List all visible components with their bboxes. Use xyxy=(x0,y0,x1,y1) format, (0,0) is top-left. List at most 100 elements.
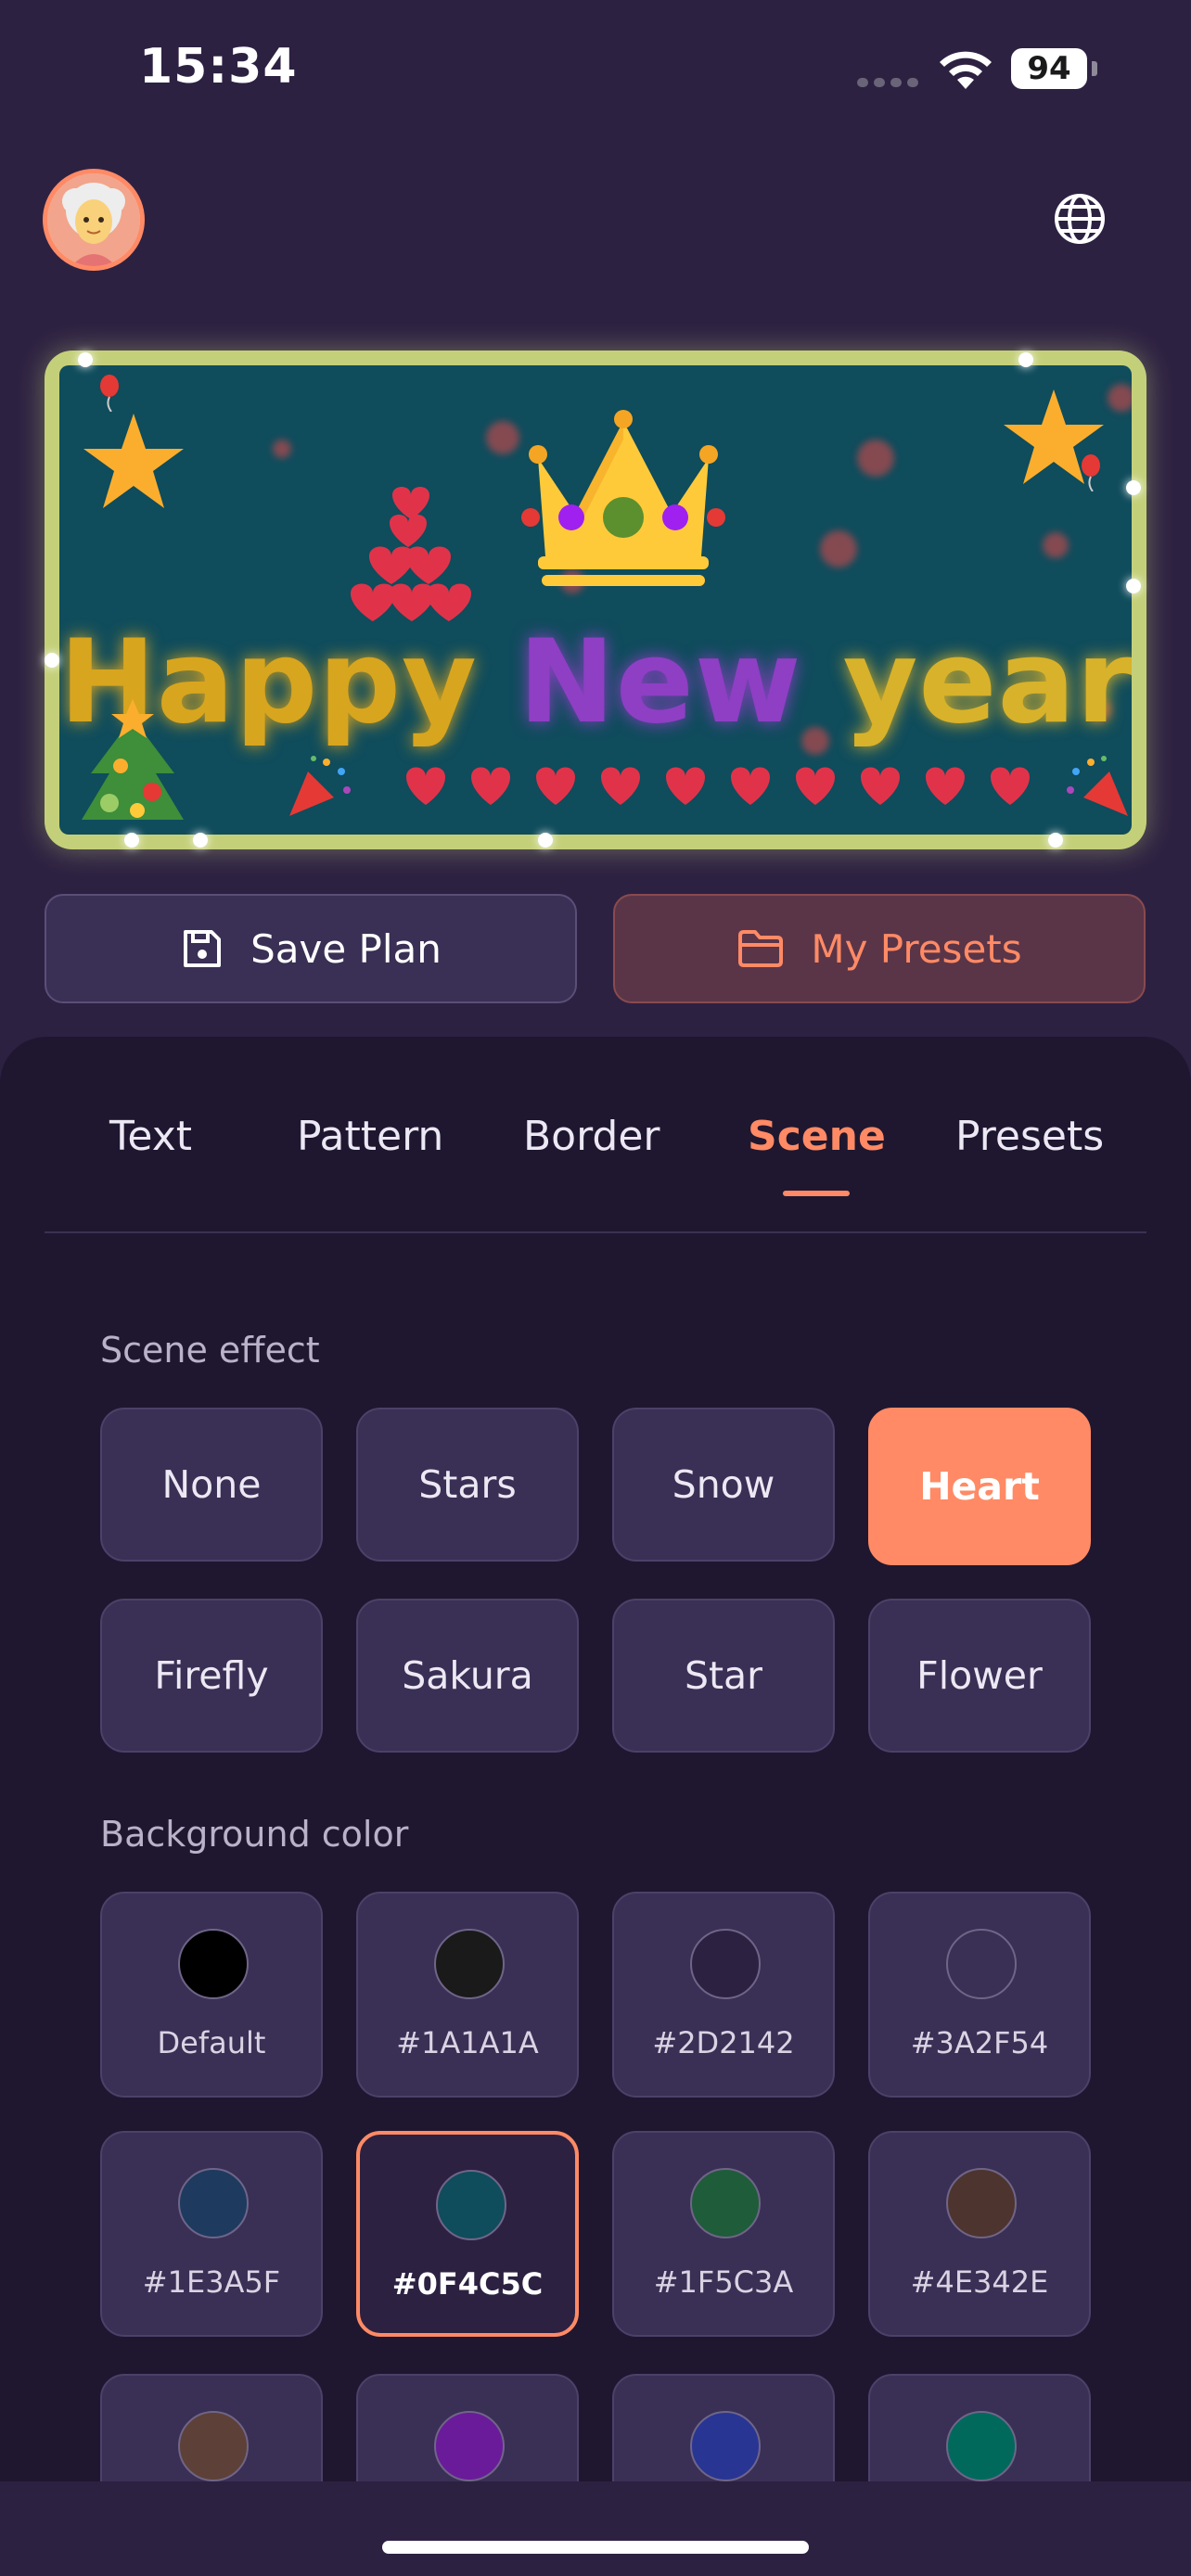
glow-dot xyxy=(1108,384,1132,412)
swatch-color-dot xyxy=(178,2168,249,2238)
tab-pattern[interactable]: Pattern xyxy=(297,1113,443,1160)
glow-dot xyxy=(486,421,519,454)
swatch-color-dot xyxy=(434,1929,505,1999)
heart-icon xyxy=(991,767,1030,805)
battery-icon: 94 xyxy=(1011,48,1087,89)
scene-option-none[interactable]: None xyxy=(100,1408,323,1562)
banner-word-3: year xyxy=(842,616,1132,749)
globe-icon[interactable] xyxy=(1052,191,1108,247)
background-swatch[interactable]: #1A1A1A xyxy=(356,1892,579,2098)
background-swatch[interactable]: #1E3A5F xyxy=(100,2131,323,2337)
balloon-icon xyxy=(1082,454,1100,491)
swatch-label: #1A1A1A xyxy=(396,2025,539,2060)
background-swatch[interactable]: Default xyxy=(100,1892,323,2098)
scene-option-snow[interactable]: Snow xyxy=(612,1408,835,1562)
avatar[interactable] xyxy=(43,169,145,271)
scene-option-star[interactable]: Star xyxy=(612,1599,835,1753)
swatch-label: #1E3A5F xyxy=(142,2264,281,2300)
save-icon xyxy=(184,930,222,967)
heart-icon xyxy=(406,767,445,805)
background-swatch[interactable]: #1F5C3A xyxy=(612,2131,835,2337)
scene-effect-label: Scene effect xyxy=(100,1330,320,1371)
active-tab-indicator xyxy=(783,1191,850,1196)
christmas-tree-icon xyxy=(82,699,184,820)
border-bulb xyxy=(1126,480,1141,495)
tab-border[interactable]: Border xyxy=(523,1113,660,1160)
crown-icon xyxy=(521,410,725,586)
border-bulb xyxy=(538,833,553,848)
party-popper-icon xyxy=(1067,756,1128,816)
border-bulb xyxy=(1126,579,1141,593)
star-icon xyxy=(83,414,184,508)
heart-icon xyxy=(536,767,575,805)
swatch-color-dot xyxy=(946,2411,1017,2481)
tab-bar: Text Pattern Border Scene Presets xyxy=(45,1092,1146,1233)
background-swatch[interactable]: #2D2142 xyxy=(612,1892,835,2098)
banner-preview: Happy New year xyxy=(45,351,1146,849)
swatch-label: #3A2F54 xyxy=(910,2025,1049,2060)
balloon-icon xyxy=(100,375,119,412)
heart-pile-icon xyxy=(351,487,471,621)
swatch-color-dot xyxy=(690,2411,761,2481)
swatch-color-dot xyxy=(946,1929,1017,1999)
tab-text[interactable]: Text xyxy=(109,1113,192,1160)
swatch-color-dot xyxy=(178,1929,249,1999)
swatch-label: #4E342E xyxy=(910,2264,1049,2300)
glow-dot xyxy=(273,440,291,458)
border-bulb xyxy=(78,352,93,367)
signal-icon xyxy=(857,78,918,87)
heart-icon xyxy=(796,767,835,805)
border-bulb xyxy=(124,833,139,848)
banner-canvas: Happy New year xyxy=(59,365,1132,835)
border-bulb xyxy=(45,653,59,668)
border-bulb xyxy=(193,833,208,848)
folder-icon xyxy=(738,930,784,967)
swatch-color-dot xyxy=(690,2168,761,2238)
party-popper-icon xyxy=(289,756,351,816)
heart-icon xyxy=(471,767,510,805)
glow-dot xyxy=(857,440,894,477)
swatch-label: #0F4C5C xyxy=(391,2266,544,2302)
save-plan-button[interactable]: Save Plan xyxy=(45,894,577,1003)
my-presets-button[interactable]: My Presets xyxy=(613,894,1146,1003)
heart-icon xyxy=(666,767,705,805)
scene-option-sakura[interactable]: Sakura xyxy=(356,1599,579,1753)
swatch-color-dot xyxy=(178,2411,249,2481)
heart-icon xyxy=(731,767,770,805)
scene-option-stars[interactable]: Stars xyxy=(356,1408,579,1562)
background-swatch[interactable]: #3A2F54 xyxy=(868,1892,1091,2098)
status-bar: 15:34 94 xyxy=(0,0,1191,139)
swatch-color-dot xyxy=(690,1929,761,1999)
scene-option-flower[interactable]: Flower xyxy=(868,1599,1091,1753)
swatch-color-dot xyxy=(434,2411,505,2481)
banner-text: Happy New year xyxy=(59,616,1132,749)
avatar-face-icon xyxy=(47,173,140,266)
heart-icon xyxy=(861,767,900,805)
tab-presets[interactable]: Presets xyxy=(955,1113,1104,1160)
banner-word-2: New xyxy=(518,616,802,749)
wifi-icon xyxy=(940,51,992,89)
background-swatch[interactable]: #4E342E xyxy=(868,2131,1091,2337)
scene-option-heart[interactable]: Heart xyxy=(868,1408,1091,1565)
swatch-color-dot xyxy=(436,2170,506,2240)
status-time: 15:34 xyxy=(139,39,298,95)
home-indicator[interactable] xyxy=(382,2541,809,2554)
swatch-label: #2D2142 xyxy=(652,2025,795,2060)
heart-icon xyxy=(926,767,965,805)
swatch-label: #1F5C3A xyxy=(653,2264,794,2300)
bottom-bar xyxy=(0,2481,1191,2576)
swatch-label: Default xyxy=(157,2025,266,2060)
background-swatch[interactable]: #0F4C5C xyxy=(356,2131,579,2337)
my-presets-label: My Presets xyxy=(811,925,1022,972)
glow-dot xyxy=(820,530,857,567)
scene-option-firefly[interactable]: Firefly xyxy=(100,1599,323,1753)
swatch-color-dot xyxy=(946,2168,1017,2238)
battery-tip xyxy=(1092,61,1097,76)
tab-scene[interactable]: Scene xyxy=(748,1113,886,1160)
heart-icon xyxy=(601,767,640,805)
save-plan-label: Save Plan xyxy=(250,925,442,972)
border-bulb xyxy=(1048,833,1063,848)
glow-dot xyxy=(1043,532,1069,558)
heart-row xyxy=(403,764,1033,807)
border-bulb xyxy=(1018,352,1033,367)
